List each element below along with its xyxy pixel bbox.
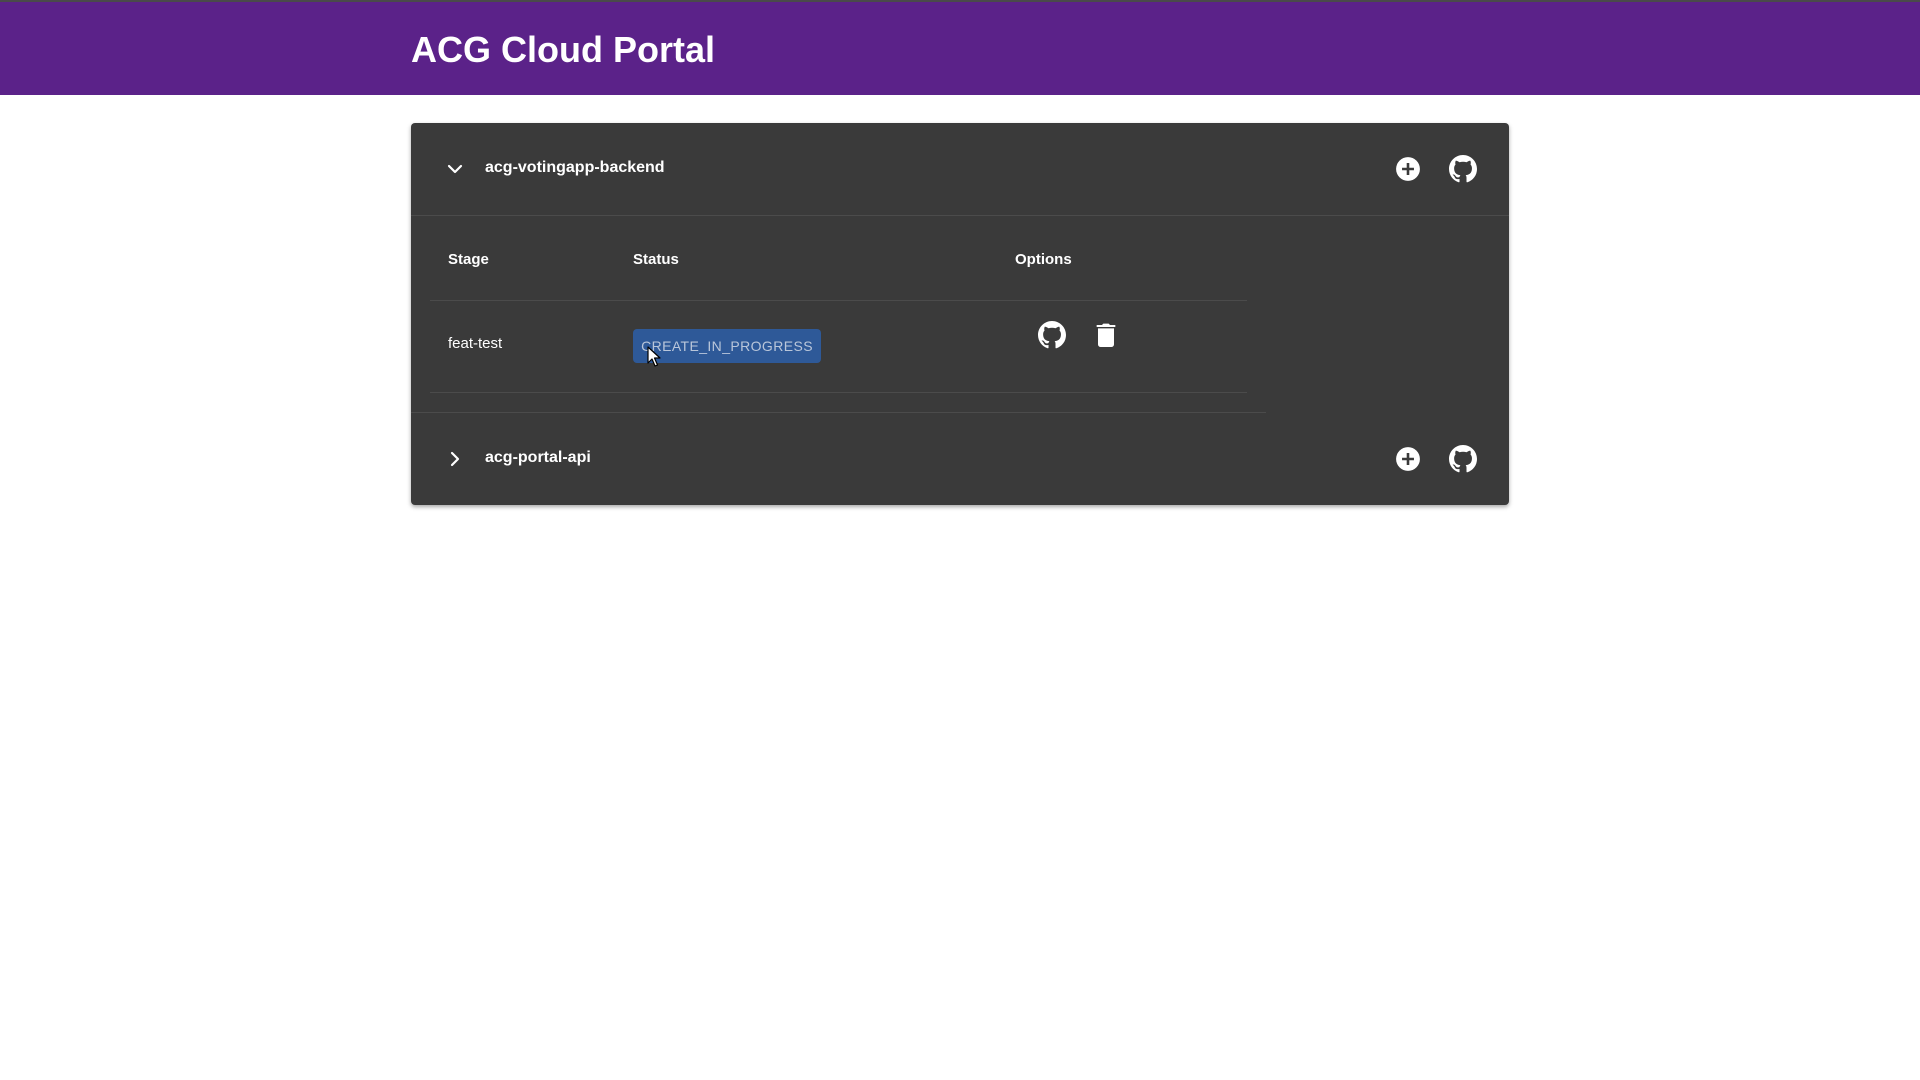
add-stage-button[interactable] bbox=[1392, 153, 1424, 185]
table-row-divider bbox=[430, 392, 1247, 393]
trash-icon bbox=[1096, 323, 1116, 347]
repo-header-acg-portal-api[interactable]: acg-portal-api bbox=[411, 413, 1509, 505]
github-icon bbox=[1038, 321, 1066, 349]
repo-name: acg-votingapp-backend bbox=[485, 159, 665, 176]
github-icon bbox=[1449, 445, 1477, 473]
page-title: ACG Cloud Portal bbox=[411, 29, 715, 70]
column-header-options: Options bbox=[1015, 251, 1072, 268]
chevron-right-icon[interactable] bbox=[443, 447, 467, 471]
header-divider bbox=[411, 215, 1509, 216]
column-header-status: Status bbox=[633, 251, 679, 268]
table-header-divider bbox=[430, 300, 1247, 301]
add-stage-button[interactable] bbox=[1392, 443, 1424, 475]
add-circle-icon bbox=[1396, 447, 1420, 471]
add-circle-icon bbox=[1396, 157, 1420, 181]
column-header-stage: Stage bbox=[448, 251, 489, 268]
repo-github-button[interactable] bbox=[1447, 443, 1479, 475]
repo-github-button[interactable] bbox=[1447, 153, 1479, 185]
chevron-down-icon[interactable] bbox=[443, 157, 467, 181]
stage-github-button[interactable] bbox=[1036, 319, 1068, 351]
github-icon bbox=[1449, 155, 1477, 183]
app-bar: ACG Cloud Portal bbox=[0, 0, 1920, 95]
repository-panel: acg-votingapp-backend Stage Status Optio… bbox=[411, 123, 1509, 505]
delete-stage-button[interactable] bbox=[1090, 319, 1122, 351]
stage-name: feat-test bbox=[448, 335, 503, 352]
repo-header-acg-votingapp-backend[interactable]: acg-votingapp-backend bbox=[411, 123, 1509, 215]
repo-name: acg-portal-api bbox=[485, 449, 591, 466]
status-badge[interactable]: CREATE_IN_PROGRESS bbox=[633, 329, 821, 363]
